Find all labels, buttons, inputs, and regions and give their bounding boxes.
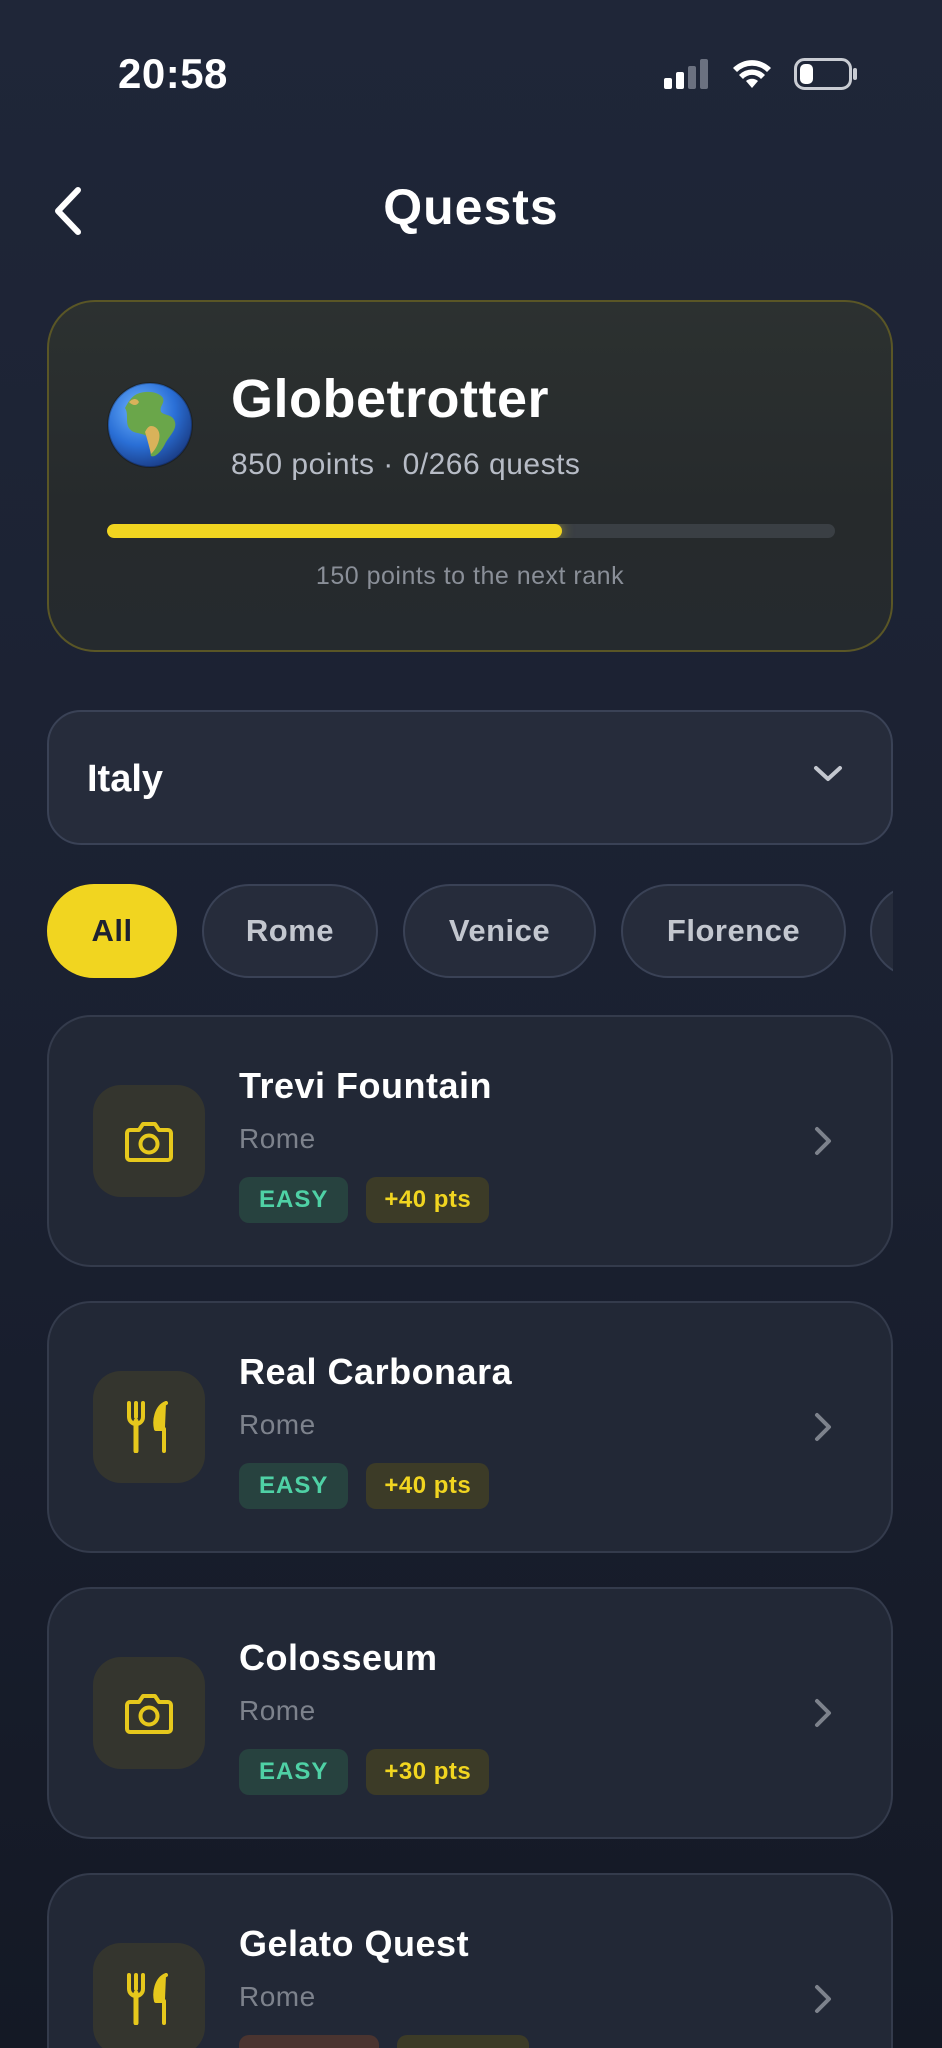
quest-card[interactable]: Trevi Fountain Rome EASY +40 pts: [47, 1015, 893, 1267]
difficulty-badge: EASY: [239, 1177, 349, 1223]
quest-city: Rome: [239, 1409, 316, 1440]
quest-icon-box: [93, 1371, 205, 1483]
quest-icon-box: [93, 1085, 205, 1197]
chip-rome[interactable]: Rome: [202, 884, 378, 978]
quest-card[interactable]: Real Carbonara Rome EASY +40 pts: [47, 1301, 893, 1553]
city-filter-chips: All Rome Venice Florence: [47, 884, 893, 978]
quest-tags: [239, 2035, 529, 2048]
chevron-right-icon: [815, 1127, 831, 1155]
rank-card: Globetrotter 850 points · 0/266 quests 1…: [47, 300, 893, 652]
quest-tags: EASY +40 pts: [239, 1463, 490, 1509]
quest-city: Rome: [239, 1123, 316, 1154]
fork-knife-icon: [127, 1973, 168, 2025]
chevron-right-icon: [815, 1413, 831, 1441]
quest-card[interactable]: Colosseum Rome EASY +30 pts: [47, 1587, 893, 1839]
chip-more[interactable]: [870, 884, 893, 978]
quest-title: Real Carbonara: [239, 1351, 513, 1392]
camera-icon: [125, 1694, 173, 1734]
difficulty-badge: EASY: [239, 1463, 349, 1509]
country-selected-value: Italy: [87, 758, 164, 800]
chip-venice[interactable]: Venice: [403, 884, 596, 978]
quest-tags: EASY +40 pts: [239, 1177, 490, 1223]
difficulty-badge: [239, 2035, 379, 2048]
rank-progress-fill: [107, 524, 562, 538]
next-rank-text: 150 points to the next rank: [315, 562, 625, 590]
rank-name: Globetrotter: [231, 369, 550, 429]
quest-city: Rome: [239, 1695, 316, 1726]
quest-title: Colosseum: [239, 1637, 438, 1678]
quests-screen: 20:58 Quests Globetrotter 850 points · 0…: [0, 0, 942, 2048]
quest-tags: EASY +30 pts: [239, 1749, 490, 1795]
quest-title: Gelato Quest: [239, 1923, 470, 1964]
chevron-right-icon: [815, 1699, 831, 1727]
chip-florence[interactable]: Florence: [621, 884, 846, 978]
quest-city: Rome: [239, 1981, 316, 2012]
status-icons: [664, 58, 858, 90]
quest-icon-box: [93, 1943, 205, 2048]
chevron-right-icon: [815, 1985, 831, 2013]
fork-knife-icon: [127, 1401, 168, 1453]
chevron-down-icon: [814, 766, 842, 781]
chip-all[interactable]: All: [47, 884, 177, 978]
globe-icon: [107, 382, 193, 468]
points-badge: +30 pts: [366, 1749, 490, 1795]
country-select[interactable]: Italy: [47, 710, 893, 845]
rank-progress-bar: [107, 524, 835, 538]
status-time: 20:58: [118, 50, 228, 97]
page-title: Quests: [383, 179, 559, 235]
camera-icon: [125, 1122, 173, 1162]
difficulty-badge: EASY: [239, 1749, 349, 1795]
points-badge: +40 pts: [366, 1463, 490, 1509]
quest-title: Trevi Fountain: [239, 1065, 493, 1106]
quest-card[interactable]: Gelato Quest Rome: [47, 1873, 893, 2048]
rank-stats: 850 points · 0/266 quests: [231, 448, 581, 481]
quest-icon-box: [93, 1657, 205, 1769]
points-badge: +40 pts: [366, 1177, 490, 1223]
wifi-icon: [733, 60, 771, 88]
signal-icon: [664, 59, 708, 89]
battery-icon: [794, 58, 857, 90]
points-badge: [397, 2035, 529, 2048]
